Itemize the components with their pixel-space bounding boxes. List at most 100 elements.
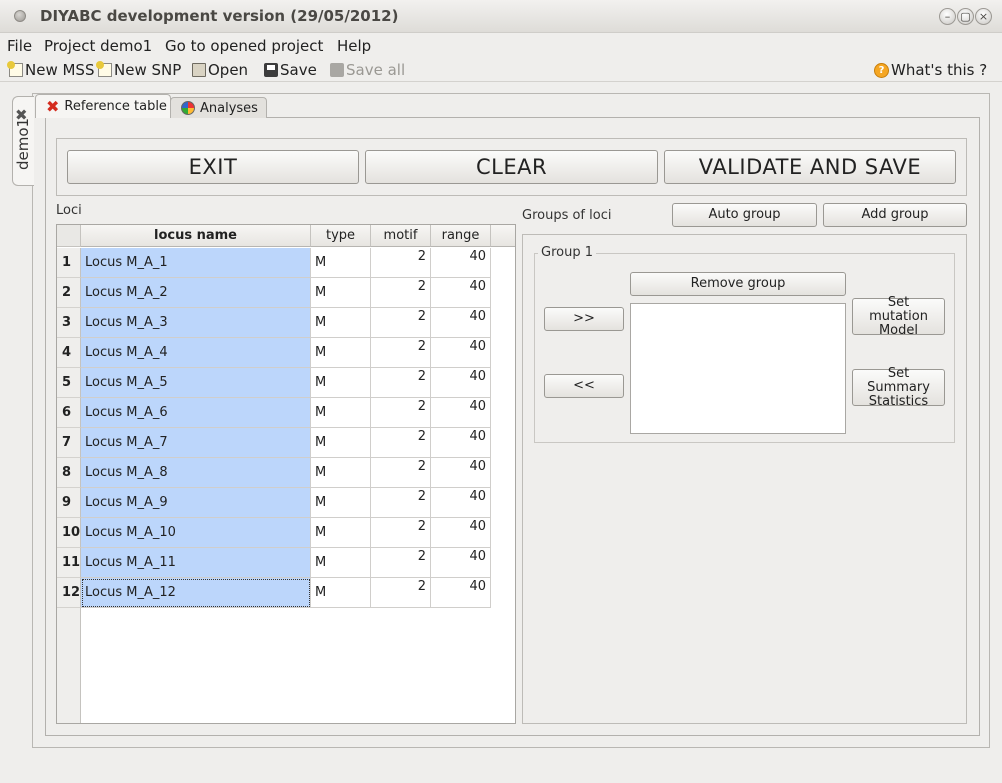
exit-button[interactable]: EXIT [67, 150, 359, 184]
cell-type[interactable]: M [311, 578, 371, 608]
cell-locus-name[interactable]: Locus M_A_10 [81, 518, 311, 548]
cell-locus-name[interactable]: Locus M_A_4 [81, 338, 311, 368]
cell-type[interactable]: M [311, 398, 371, 428]
set-mutation-model-button[interactable]: Set mutation Model [852, 295, 945, 337]
cell-type[interactable]: M [311, 488, 371, 518]
cell-locus-name[interactable]: Locus M_A_7 [81, 428, 311, 458]
cell-locus-name[interactable]: Locus M_A_6 [81, 398, 311, 428]
cell-range[interactable]: 40 [431, 308, 491, 338]
cell-locus-name[interactable]: Locus M_A_5 [81, 368, 311, 398]
cell-locus-name[interactable]: Locus M_A_8 [81, 458, 311, 488]
tab-analyses[interactable]: Analyses [170, 97, 267, 118]
cell-motif[interactable]: 2 [371, 368, 431, 398]
cell-type[interactable]: M [311, 338, 371, 368]
cell-locus-name[interactable]: Locus M_A_3 [81, 308, 311, 338]
cell-type[interactable]: M [311, 458, 371, 488]
new-snp-button[interactable]: New SNP [96, 61, 181, 79]
row-header[interactable]: 10 [57, 518, 81, 548]
row-header[interactable]: 4 [57, 338, 81, 368]
cell-type[interactable]: M [311, 428, 371, 458]
cell-motif[interactable]: 2 [371, 338, 431, 368]
row-header[interactable]: 7 [57, 428, 81, 458]
validate-and-save-button[interactable]: VALIDATE AND SAVE [664, 150, 956, 184]
cell-range[interactable]: 40 [431, 458, 491, 488]
cell-locus-name[interactable]: Locus M_A_12 [81, 578, 311, 608]
row-header-filler [57, 607, 81, 723]
cell-range[interactable]: 40 [431, 428, 491, 458]
column-header-filler [491, 225, 515, 247]
row-header[interactable]: 5 [57, 368, 81, 398]
cell-type[interactable]: M [311, 518, 371, 548]
row-header[interactable]: 9 [57, 488, 81, 518]
column-header-range[interactable]: range [431, 225, 491, 247]
cell-locus-name[interactable]: Locus M_A_9 [81, 488, 311, 518]
minimize-button[interactable]: – [939, 8, 956, 25]
cell-motif[interactable]: 2 [371, 428, 431, 458]
whats-this-button[interactable]: ? What's this ? [874, 61, 987, 79]
row-header[interactable]: 6 [57, 398, 81, 428]
table-corner[interactable] [57, 225, 81, 247]
row-header[interactable]: 3 [57, 308, 81, 338]
cell-range[interactable]: 40 [431, 248, 491, 278]
cell-range[interactable]: 40 [431, 368, 491, 398]
menu-help[interactable]: Help [337, 37, 371, 55]
cell-range[interactable]: 40 [431, 278, 491, 308]
remove-group-button[interactable]: Remove group [630, 272, 846, 296]
window-menu-icon[interactable] [14, 10, 26, 22]
row-header[interactable]: 8 [57, 458, 81, 488]
column-header-type[interactable]: type [311, 225, 371, 247]
cell-motif[interactable]: 2 [371, 398, 431, 428]
cell-locus-name[interactable]: Locus M_A_2 [81, 278, 311, 308]
cell-range[interactable]: 40 [431, 518, 491, 548]
set-summary-statistics-button[interactable]: Set Summary Statistics [852, 366, 945, 408]
menu-project[interactable]: Project demo1 [44, 37, 152, 55]
tab-reference-table-label: Reference table [64, 99, 167, 114]
menu-file[interactable]: File [7, 37, 32, 55]
loci-title: Loci [56, 203, 82, 218]
save-all-button[interactable]: Save all [330, 61, 405, 79]
cell-range[interactable]: 40 [431, 488, 491, 518]
window-title: DIYABC development version (29/05/2012) [40, 7, 399, 25]
cell-motif[interactable]: 2 [371, 578, 431, 608]
cell-motif[interactable]: 2 [371, 278, 431, 308]
add-to-group-button[interactable]: >> [544, 307, 624, 331]
group-1-loci-list[interactable] [630, 303, 846, 434]
close-button[interactable]: × [975, 8, 992, 25]
cell-type[interactable]: M [311, 548, 371, 578]
row-header[interactable]: 2 [57, 278, 81, 308]
row-header[interactable]: 1 [57, 248, 81, 278]
save-label: Save [280, 61, 317, 79]
save-button[interactable]: Save [264, 61, 317, 79]
cell-motif[interactable]: 2 [371, 488, 431, 518]
cell-locus-name[interactable]: Locus M_A_11 [81, 548, 311, 578]
column-header-locus-name[interactable]: locus name [81, 225, 311, 247]
cell-type[interactable]: M [311, 308, 371, 338]
new-mss-button[interactable]: New MSS [7, 61, 94, 79]
cell-range[interactable]: 40 [431, 398, 491, 428]
cell-type[interactable]: M [311, 278, 371, 308]
remove-from-group-button[interactable]: << [544, 374, 624, 398]
cell-motif[interactable]: 2 [371, 548, 431, 578]
close-x-icon: ✖ [46, 97, 60, 116]
cell-range[interactable]: 40 [431, 548, 491, 578]
row-header[interactable]: 12 [57, 578, 81, 608]
clear-button[interactable]: CLEAR [365, 150, 658, 184]
cell-motif[interactable]: 2 [371, 458, 431, 488]
auto-group-button[interactable]: Auto group [672, 203, 817, 227]
group-1-label: Group 1 [538, 245, 596, 260]
cell-motif[interactable]: 2 [371, 308, 431, 338]
menu-go-to-project[interactable]: Go to opened project [165, 37, 323, 55]
cell-locus-name[interactable]: Locus M_A_1 [81, 248, 311, 278]
maximize-button[interactable]: ▢ [957, 8, 974, 25]
add-group-button[interactable]: Add group [823, 203, 967, 227]
row-header[interactable]: 11 [57, 548, 81, 578]
open-button[interactable]: Open [192, 61, 248, 79]
cell-motif[interactable]: 2 [371, 248, 431, 278]
cell-motif[interactable]: 2 [371, 518, 431, 548]
cell-range[interactable]: 40 [431, 338, 491, 368]
column-header-motif[interactable]: motif [371, 225, 431, 247]
cell-range[interactable]: 40 [431, 578, 491, 608]
tab-reference-table[interactable]: ✖ Reference table [35, 94, 171, 118]
cell-type[interactable]: M [311, 248, 371, 278]
cell-type[interactable]: M [311, 368, 371, 398]
